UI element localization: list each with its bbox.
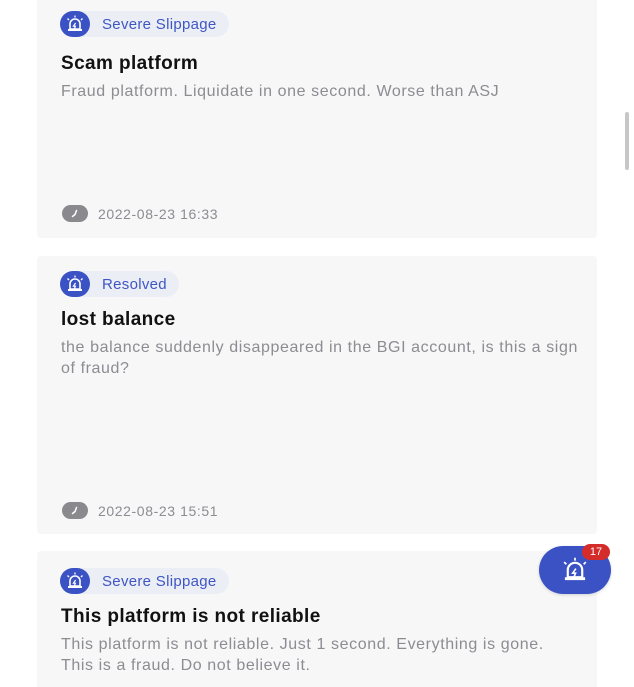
alarm-light-icon: [60, 11, 90, 37]
scrollbar[interactable]: [625, 112, 629, 170]
clock-icon: [62, 205, 88, 222]
timestamp: 2022-08-23 16:33: [62, 205, 218, 222]
alarm-light-icon: [560, 557, 590, 583]
complaint-title: Scam platform: [61, 53, 199, 74]
timestamp: 2022-08-23 15:51: [62, 502, 218, 519]
complaint-card[interactable]: Resolved lost balance the balance sudden…: [37, 256, 597, 534]
status-badge: Severe Slippage: [60, 11, 229, 37]
timestamp-text: 2022-08-23 15:51: [98, 502, 219, 519]
complaint-title: This platform is not reliable: [61, 606, 321, 627]
status-badge: Severe Slippage: [60, 568, 229, 594]
clock-icon: [62, 502, 88, 519]
alarm-light-icon: [60, 568, 90, 594]
complaint-body: the balance suddenly disappeared in the …: [61, 339, 578, 377]
complaint-card[interactable]: Severe Slippage Scam platform Fraud plat…: [37, 0, 597, 238]
alarm-light-icon: [60, 271, 90, 297]
complaint-card[interactable]: Severe Slippage This platform is not rel…: [37, 551, 597, 687]
timestamp-text: 2022-08-23 16:33: [98, 205, 219, 222]
status-label: Severe Slippage: [102, 15, 217, 33]
notification-count-badge: 17: [582, 544, 610, 560]
status-label: Severe Slippage: [102, 572, 217, 590]
complaint-feed: Severe Slippage Scam platform Fraud plat…: [0, 0, 634, 687]
status-label: Resolved: [102, 275, 167, 293]
status-badge: Resolved: [60, 271, 179, 297]
complaint-body: Fraud platform. Liquidate in one second.…: [61, 83, 500, 100]
complaint-body: This platform is not reliable. Just 1 se…: [61, 636, 544, 674]
complaint-title: lost balance: [61, 309, 176, 330]
